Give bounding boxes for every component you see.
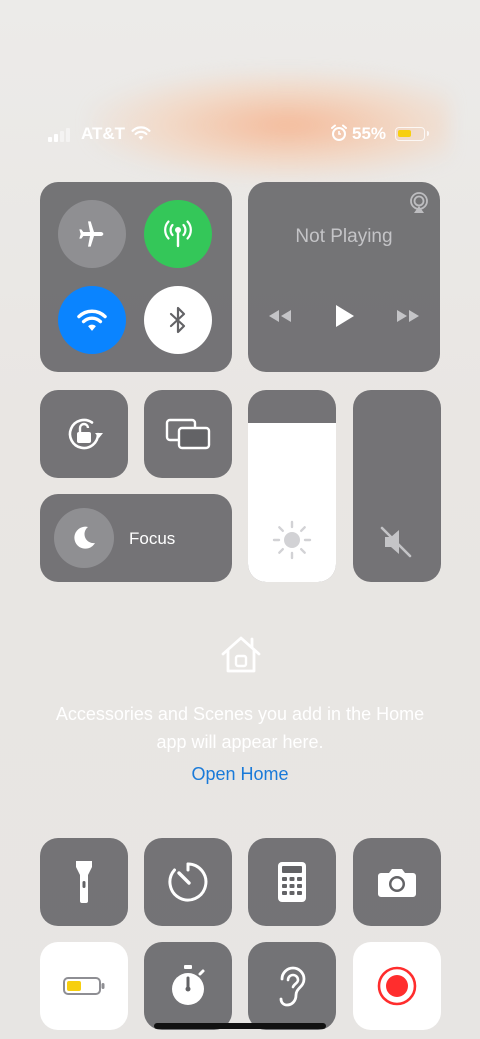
flashlight-icon	[76, 861, 92, 903]
camera-icon	[378, 869, 416, 897]
alarm-icon	[330, 124, 348, 147]
connectivity-module	[40, 182, 232, 372]
timer-icon	[168, 862, 208, 902]
play-icon[interactable]	[333, 304, 355, 328]
screen-mirroring-icon	[165, 418, 211, 450]
volume-slider[interactable]	[353, 390, 441, 582]
cellular-data-toggle[interactable]	[144, 200, 212, 268]
screen-mirroring-button[interactable]	[144, 390, 232, 478]
ear-icon	[279, 966, 306, 1007]
focus-label: Focus	[129, 529, 176, 548]
focus-button[interactable]: Focus	[40, 494, 232, 582]
now-playing-title: Not Playing	[295, 226, 393, 247]
open-home-link[interactable]: Open Home	[140, 764, 340, 785]
moon-icon	[74, 526, 95, 549]
fast-forward-icon[interactable]	[395, 308, 421, 324]
home-empty-message: Accessories and Scenes you add in the Ho…	[55, 704, 425, 752]
brightness-slider[interactable]	[248, 390, 336, 582]
battery-level	[398, 130, 411, 137]
stopwatch-button[interactable]	[144, 942, 232, 1030]
airplane-icon	[79, 221, 104, 247]
wifi-toggle[interactable]	[58, 286, 126, 354]
brightness-sun-icon	[272, 520, 312, 560]
wifi-status-icon	[131, 124, 151, 147]
screen-recording-icon	[377, 966, 417, 1006]
status-bar: AT&T 55%	[0, 122, 480, 148]
stopwatch-icon	[172, 965, 205, 1005]
calculator-icon	[278, 862, 306, 902]
airplane-mode-toggle[interactable]	[58, 200, 126, 268]
timer-button[interactable]	[144, 838, 232, 926]
calculator-button[interactable]	[248, 838, 336, 926]
low-power-mode-icon	[63, 977, 105, 995]
orientation-lock-button[interactable]	[40, 390, 128, 478]
rewind-icon[interactable]	[267, 308, 293, 324]
hearing-button[interactable]	[248, 942, 336, 1030]
carrier-name: AT&T	[81, 124, 126, 143]
battery-percentage: 55%	[352, 124, 387, 143]
screen-recording-button[interactable]	[353, 942, 441, 1030]
now-playing-module[interactable]: Not Playing	[248, 182, 440, 372]
home-icon	[221, 636, 261, 673]
focus-circle	[54, 508, 114, 568]
cellular-signal-icon	[48, 128, 70, 142]
bluetooth-icon	[169, 306, 186, 334]
rotation-lock-icon	[68, 418, 103, 450]
bluetooth-toggle[interactable]	[144, 286, 212, 354]
home-indicator[interactable]	[154, 1023, 326, 1029]
airplay-icon[interactable]	[408, 192, 430, 214]
wifi-icon	[77, 309, 107, 331]
low-power-mode-button[interactable]	[40, 942, 128, 1030]
flashlight-button[interactable]	[40, 838, 128, 926]
cellular-antenna-icon	[164, 220, 192, 248]
battery-icon	[395, 127, 429, 141]
speaker-muted-icon	[380, 526, 412, 558]
camera-button[interactable]	[353, 838, 441, 926]
